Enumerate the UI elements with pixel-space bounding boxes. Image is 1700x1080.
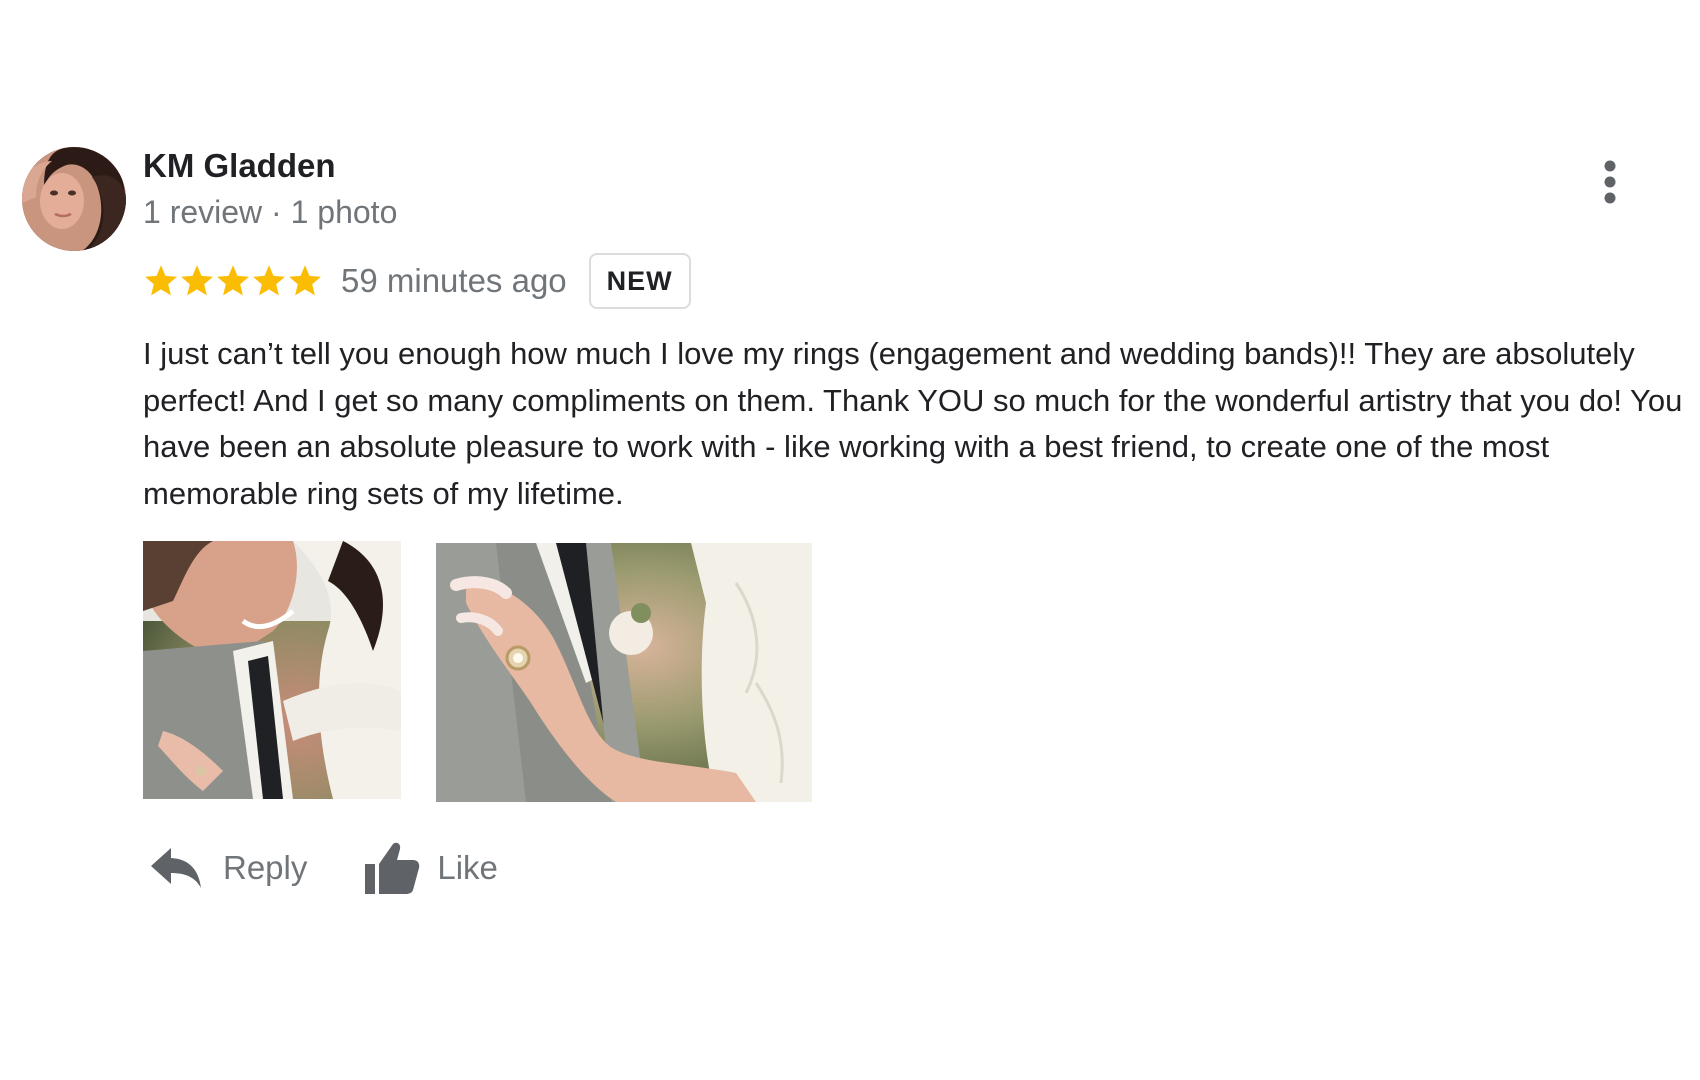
star-icon	[253, 265, 285, 296]
star-icon	[145, 265, 177, 296]
review-card: KM Gladden 1 review · 1 photo 59 minutes…	[0, 0, 1700, 1080]
star-icon	[181, 265, 213, 296]
star-icon	[289, 265, 321, 296]
review-text: I just can’t tell you enough how much I …	[143, 336, 1683, 511]
review-photo-ring-hand	[436, 543, 812, 802]
review-time: 59 minutes ago	[341, 262, 567, 299]
star-icon	[217, 265, 249, 296]
reply-icon	[151, 848, 201, 888]
author-stats[interactable]: 1 review · 1 photo	[143, 192, 397, 232]
more-options-button[interactable]	[1588, 156, 1632, 208]
review-photo-1[interactable]	[143, 541, 401, 799]
author-name[interactable]: KM Gladden	[143, 146, 336, 186]
star-rating	[143, 263, 323, 299]
like-button[interactable]: Like	[363, 840, 498, 896]
reply-button[interactable]: Reply	[143, 846, 307, 890]
new-badge: NEW	[588, 253, 691, 309]
like-label: Like	[437, 849, 498, 886]
thumbs-up-icon	[365, 842, 420, 894]
review-photo-couple	[143, 541, 401, 799]
more-vert-icon	[1604, 160, 1616, 204]
rating-row: 59 minutes ago NEW	[143, 253, 691, 309]
reply-label: Reply	[223, 849, 308, 886]
author-avatar[interactable]	[22, 147, 126, 251]
review-actions: Reply Like	[143, 836, 498, 900]
avatar-image	[22, 147, 126, 251]
review-photo-2[interactable]	[436, 543, 812, 802]
